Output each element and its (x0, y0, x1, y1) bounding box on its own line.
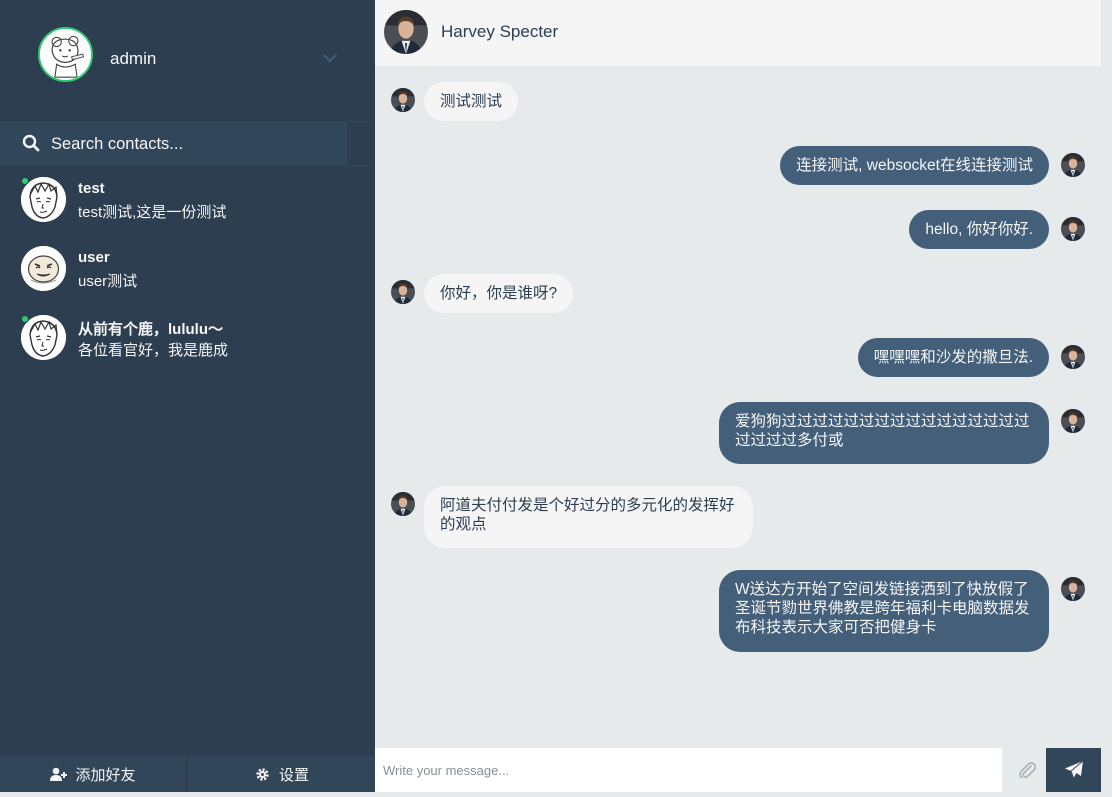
send-button[interactable] (1046, 748, 1101, 792)
message-bubble: 连接测试, websocket在线连接测试 (780, 146, 1049, 185)
sidebar-bottom-bar: 添加好友 设置 (0, 756, 375, 792)
add-contact-label: 添加好友 (75, 766, 136, 784)
paper-plane-icon (1064, 760, 1083, 779)
contact-preview: test测试,这是一份测试 (78, 204, 227, 221)
contact-preview: user测试 (78, 273, 138, 290)
message-avatar (1061, 409, 1085, 433)
gear-icon (256, 767, 269, 781)
message-received: 测试测试 (391, 82, 691, 124)
user-plus-icon (50, 767, 68, 781)
contact-item[interactable]: user user测试 (0, 246, 375, 310)
message-bubble: hello, 你好你好. (909, 210, 1049, 249)
message-avatar (391, 280, 415, 304)
search-field (0, 122, 347, 165)
message-sent: W送达方开始了空间发链接洒到了快放假了圣诞节勠世界佛教是跨年福利卡电脑数据发布科… (719, 570, 1085, 652)
message-bubble: 你好，你是谁呀? (424, 274, 574, 313)
profile-avatar[interactable] (38, 27, 93, 82)
message-avatar (391, 492, 415, 516)
message-bubble: 阿道夫付付发是个好过分的多元化的发挥好的观点 (424, 486, 753, 548)
contact-item[interactable]: 从前有个鹿，lululu～ 各位看官好，我是鹿成 (0, 315, 375, 379)
add-contact-button[interactable]: 添加好友 (0, 756, 186, 792)
avatar-image (40, 29, 91, 80)
search-icon (22, 134, 40, 152)
contact-avatar (21, 246, 66, 291)
message-bubble: W送达方开始了空间发链接洒到了快放假了圣诞节勠世界佛教是跨年福利卡电脑数据发布科… (719, 570, 1049, 652)
search-input[interactable] (51, 132, 331, 156)
contact-header-avatar (384, 10, 428, 54)
message-sent: 连接测试, websocket在线连接测试 (771, 146, 1085, 188)
conversation-header: Harvey Specter (375, 0, 1101, 66)
paperclip-icon[interactable] (1018, 760, 1036, 780)
message-received: 阿道夫付付发是个好过分的多元化的发挥好的观点 (391, 486, 761, 548)
contact-name: user (78, 249, 110, 266)
message-sent: hello, 你好你好. (771, 210, 1085, 252)
conversation-contact-name: Harvey Specter (441, 22, 559, 41)
message-sent: 嘿嘿嘿和沙发的撒旦法. (771, 338, 1085, 380)
contact-name: 从前有个鹿，lululu～ (78, 321, 223, 338)
contact-preview: 各位看官好，我是鹿成 (78, 342, 229, 359)
settings-button[interactable]: 设置 (188, 756, 375, 792)
chevron-down-icon[interactable] (322, 52, 338, 64)
message-avatar (391, 88, 415, 112)
message-composer (375, 748, 1101, 792)
message-bubble: 测试测试 (424, 82, 519, 121)
contact-search (0, 121, 375, 166)
conversation-panel: Harvey Specter 测试测试 连接测试, websocket在线连接测… (375, 0, 1101, 792)
message-sent: 爱狗狗过过过过过过过过过过过过过过过过过过过过多付或 (719, 402, 1085, 464)
sidebar: admin test test测试,这是一份测试 user user测试 从前有… (0, 0, 375, 792)
message-received: 你好，你是谁呀? (391, 274, 691, 316)
contact-name: test (78, 180, 105, 197)
online-status-dot (21, 315, 29, 323)
profile-name: admin (110, 49, 157, 68)
message-avatar (1061, 345, 1085, 369)
message-avatar (1061, 217, 1085, 241)
contact-item[interactable]: test test测试,这是一份测试 (0, 177, 375, 241)
online-status-dot (21, 177, 29, 185)
message-bubble: 爱狗狗过过过过过过过过过过过过过过过过过过过过多付或 (719, 402, 1049, 464)
message-input[interactable] (375, 748, 1002, 792)
message-bubble: 嘿嘿嘿和沙发的撒旦法. (857, 338, 1049, 377)
settings-label: 设置 (278, 766, 309, 784)
message-avatar (1061, 153, 1085, 177)
message-avatar (1061, 577, 1085, 601)
profile-header: admin (0, 0, 375, 121)
